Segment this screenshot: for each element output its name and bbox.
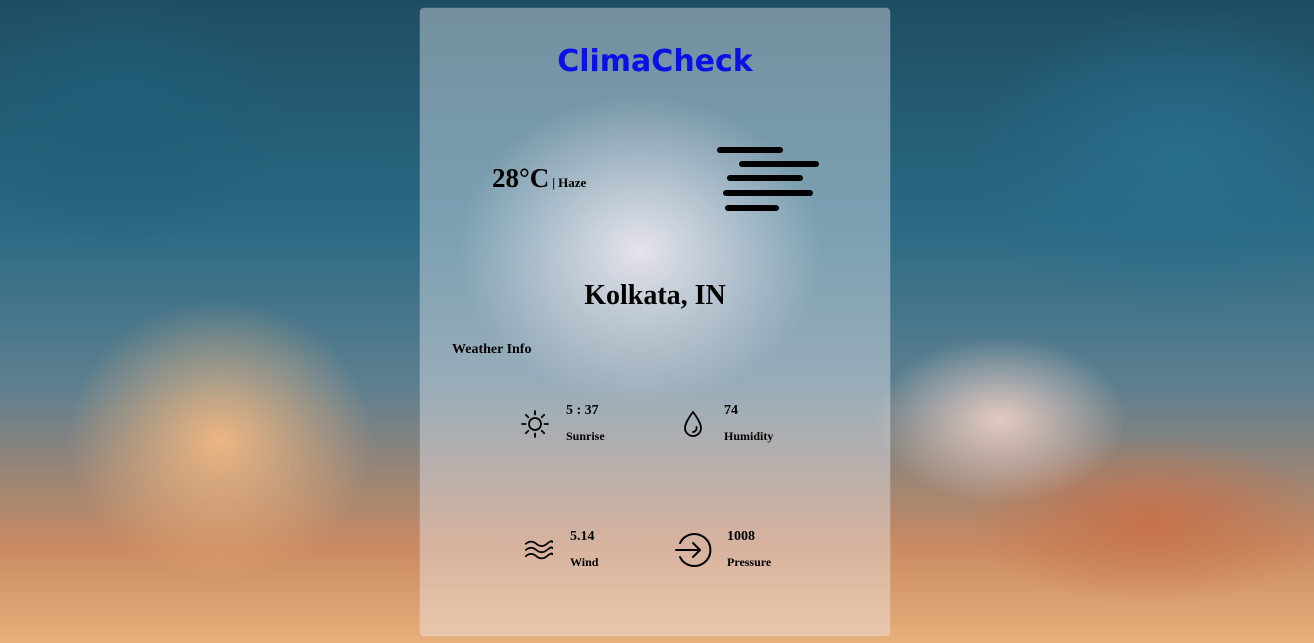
- sunrise-stat: 5 : 37 Sunrise: [520, 403, 605, 444]
- condition-text: Haze: [558, 175, 587, 190]
- pressure-label: Pressure: [727, 555, 772, 569]
- app-title: ClimaCheck: [557, 44, 753, 79]
- city-name: Kolkata, IN: [584, 280, 726, 311]
- pressure-stat: 1008 Pressure: [674, 529, 771, 570]
- separator: |: [552, 175, 556, 190]
- humidity-value: 74: [724, 403, 738, 418]
- wind-value: 5.14: [570, 529, 595, 544]
- arrow-circle-icon: [674, 531, 712, 569]
- weather-card: ClimaCheck 28°C | Haze Kolkata, IN Weath…: [420, 8, 890, 636]
- weather-info-heading: Weather Info: [452, 342, 532, 357]
- droplet-icon: [678, 409, 708, 439]
- wind-label: Wind: [570, 555, 599, 569]
- humidity-label: Humidity: [724, 429, 774, 443]
- sun-icon: [520, 409, 550, 439]
- humidity-stat: 74 Humidity: [678, 403, 773, 444]
- pressure-value: 1008: [727, 529, 755, 544]
- sunrise-value: 5 : 37: [566, 403, 599, 418]
- current-weather: 28°C | Haze: [492, 163, 586, 194]
- temperature-value: 28°C: [492, 163, 550, 193]
- wind-icon: [524, 535, 554, 565]
- sunrise-label: Sunrise: [566, 429, 605, 443]
- haze-icon: [717, 147, 819, 211]
- wind-stat: 5.14 Wind: [524, 529, 598, 570]
